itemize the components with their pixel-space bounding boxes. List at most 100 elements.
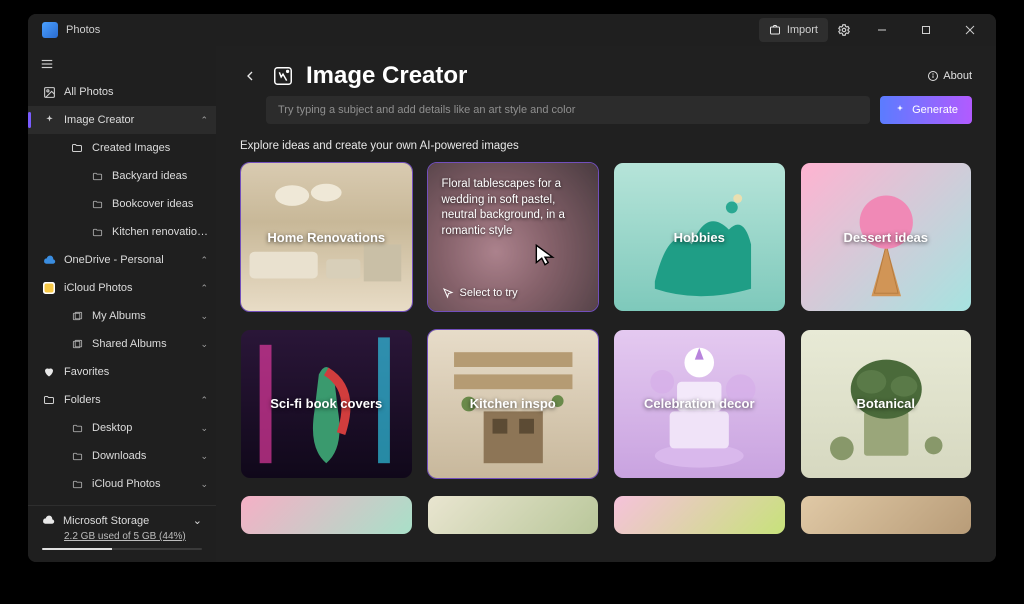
idea-card[interactable]: Botanical: [800, 329, 973, 479]
card-title: Dessert ideas: [843, 230, 928, 245]
import-button[interactable]: Import: [759, 18, 828, 42]
card-title: Home Renovations: [267, 230, 385, 245]
icloud-icon: [42, 282, 56, 294]
card-prompt: Floral tablescapes for a wedding in soft…: [442, 177, 585, 239]
card-image: [801, 496, 972, 534]
sidebar-item-shared-albums[interactable]: Shared Albums ⌄: [28, 330, 216, 358]
chevron-down-icon: ⌄: [200, 423, 208, 434]
sidebar-item-favorites[interactable]: Favorites: [28, 358, 216, 386]
card-title: Kitchen inspo: [470, 396, 556, 411]
sidebar-item-label: Bookcover ideas: [112, 198, 208, 210]
chevron-up-icon: ⌃: [200, 115, 208, 126]
idea-card[interactable]: Hobbies: [613, 162, 786, 312]
idea-card[interactable]: Sci-fi book covers: [240, 329, 413, 479]
sidebar-item-label: Downloads: [92, 450, 192, 462]
chevron-down-icon: ⌄: [193, 514, 202, 527]
sidebar-item-label: Image Creator: [64, 114, 192, 126]
folder-icon: [90, 199, 104, 210]
sidebar-item-icloud-folder[interactable]: iCloud Photos ⌄: [28, 470, 216, 498]
sidebar-item-desktop[interactable]: Desktop ⌄: [28, 414, 216, 442]
sidebar-item-bookcover[interactable]: Bookcover ideas: [28, 190, 216, 218]
app-window: Photos Import All Pho: [28, 14, 996, 562]
sidebar-item-label: Folders: [64, 394, 192, 406]
chevron-down-icon: ⌄: [200, 311, 208, 322]
folder-icon: [70, 423, 84, 434]
sidebar-item-my-albums[interactable]: My Albums ⌄: [28, 302, 216, 330]
about-button[interactable]: About: [927, 70, 972, 82]
chevron-up-icon: ⌃: [200, 255, 208, 266]
sidebar-item-kitchen[interactable]: Kitchen renovations: [28, 218, 216, 246]
idea-card[interactable]: Home Renovations: [240, 162, 413, 312]
search-row: Generate: [216, 96, 996, 134]
settings-button[interactable]: [828, 14, 860, 46]
sidebar-item-image-creator[interactable]: Image Creator ⌃: [28, 106, 216, 134]
arrow-left-icon: [242, 68, 258, 84]
sidebar-item-onedrive[interactable]: OneDrive - Personal ⌃: [28, 246, 216, 274]
folder-icon: [42, 394, 56, 406]
storage-usage-text[interactable]: 2.2 GB used of 5 GB (44%): [42, 531, 202, 542]
sidebar-item-downloads[interactable]: Downloads ⌄: [28, 442, 216, 470]
sidebar-item-label: iCloud Photos: [64, 282, 192, 294]
sidebar: All Photos Image Creator ⌃ Created Image…: [28, 46, 216, 562]
gear-icon: [837, 23, 851, 37]
explore-subtitle: Explore ideas and create your own AI-pow…: [216, 134, 996, 162]
heart-icon: [42, 366, 56, 378]
sidebar-item-label: My Albums: [92, 310, 192, 322]
sidebar-item-pictures-folder[interactable]: Pictures - OneDrive Personal ⌄: [28, 498, 216, 505]
sparkle-icon: [894, 104, 906, 116]
sidebar-item-label: iCloud Photos: [92, 478, 192, 490]
sidebar-item-all-photos[interactable]: All Photos: [28, 78, 216, 106]
chevron-down-icon: ⌄: [200, 479, 208, 490]
select-try-label: Select to try: [460, 287, 518, 299]
storage-bar: [42, 548, 202, 550]
about-label: About: [943, 70, 972, 82]
info-icon: [927, 70, 939, 82]
generate-label: Generate: [912, 104, 958, 116]
storage-widget[interactable]: Microsoft Storage ⌄ 2.2 GB used of 5 GB …: [28, 505, 216, 562]
select-to-try[interactable]: Select to try: [442, 287, 518, 299]
idea-card[interactable]: Kitchen inspo: [427, 329, 600, 479]
card-title: Sci-fi book covers: [270, 396, 382, 411]
idea-card[interactable]: [427, 495, 600, 535]
idea-card[interactable]: Celebration decor: [613, 329, 786, 479]
sidebar-item-label: OneDrive - Personal: [64, 254, 192, 266]
main-area: Image Creator About Generate Explore ide…: [216, 46, 996, 562]
idea-card[interactable]: Dessert ideas: [800, 162, 973, 312]
chevron-up-icon: ⌃: [200, 395, 208, 406]
minimize-icon: [877, 25, 887, 35]
menu-icon: [40, 57, 54, 71]
folder-icon: [70, 451, 84, 462]
back-button[interactable]: [240, 66, 260, 86]
idea-card[interactable]: [240, 495, 413, 535]
storage-label: Microsoft Storage: [63, 515, 185, 527]
cursor-icon: [442, 287, 454, 299]
sparkle-icon: [42, 114, 56, 127]
sidebar-item-backyard[interactable]: Backyard ideas: [28, 162, 216, 190]
hamburger-button[interactable]: [28, 50, 216, 78]
prompt-input[interactable]: [266, 96, 870, 124]
sidebar-item-icloud[interactable]: iCloud Photos ⌃: [28, 274, 216, 302]
page-title: Image Creator: [306, 62, 467, 90]
sidebar-item-label: Favorites: [64, 366, 208, 378]
generate-button[interactable]: Generate: [880, 96, 972, 124]
idea-card[interactable]: [800, 495, 973, 535]
close-button[interactable]: [948, 14, 992, 46]
maximize-button[interactable]: [904, 14, 948, 46]
chevron-down-icon: ⌄: [200, 339, 208, 350]
folder-icon: [90, 171, 104, 182]
sidebar-item-label: Backyard ideas: [112, 170, 208, 182]
sidebar-item-folders[interactable]: Folders ⌃: [28, 386, 216, 414]
titlebar: Photos Import: [28, 14, 996, 46]
import-icon: [769, 24, 781, 36]
chevron-down-icon: ⌄: [200, 451, 208, 462]
cloud-icon: [42, 254, 56, 267]
minimize-button[interactable]: [860, 14, 904, 46]
folder-icon: [90, 227, 104, 238]
idea-card-hover[interactable]: Floral tablescapes for a wedding in soft…: [427, 162, 600, 312]
card-title: Botanical: [856, 396, 915, 411]
idea-card[interactable]: [613, 495, 786, 535]
image-creator-icon: [272, 65, 294, 87]
sidebar-item-created-images[interactable]: Created Images: [28, 134, 216, 162]
album-icon: [70, 339, 84, 350]
cloud-icon: [42, 514, 55, 527]
